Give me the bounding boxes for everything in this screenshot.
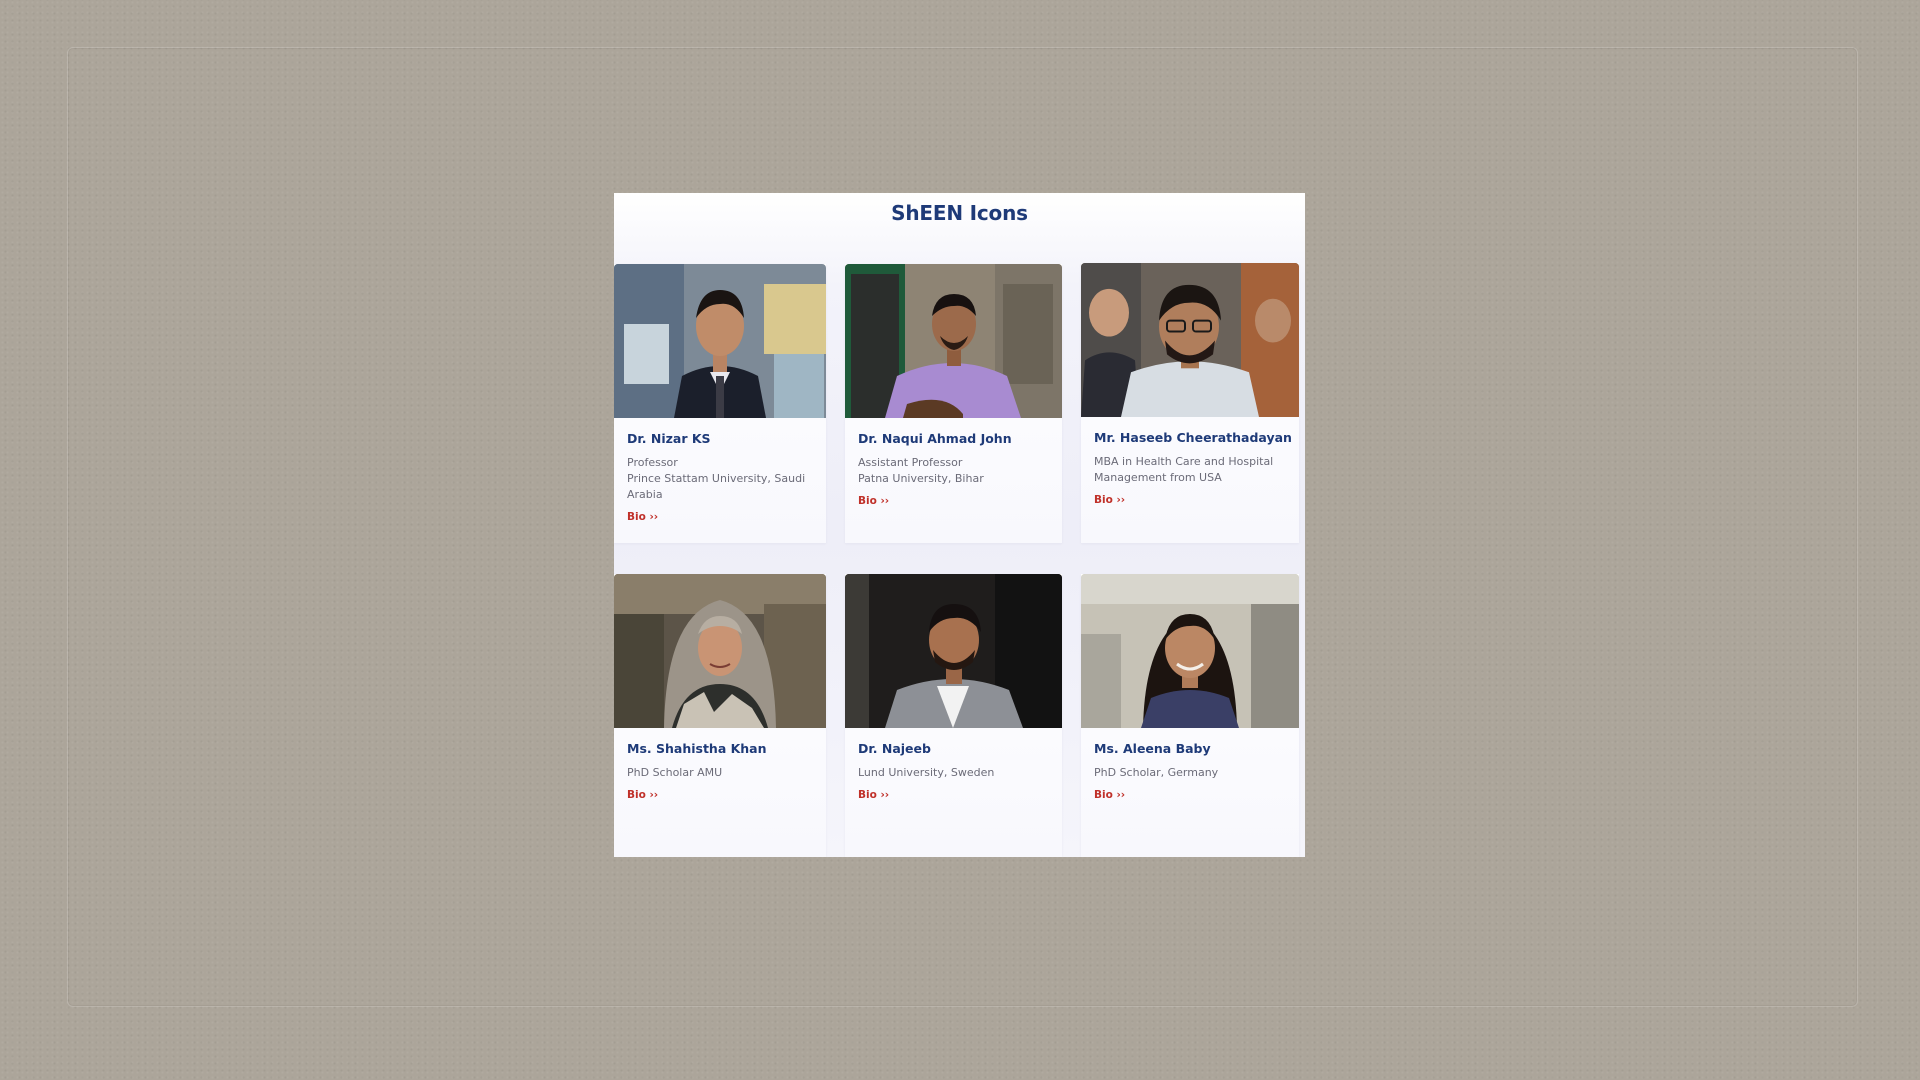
profile-role: Professor bbox=[627, 456, 678, 469]
profile-card: Dr. Najeeb Lund University, Sweden Bio ›… bbox=[845, 574, 1062, 857]
profile-name: Ms. Aleena Baby bbox=[1094, 741, 1211, 756]
profile-role: PhD Scholar AMU bbox=[627, 766, 723, 779]
profile-role: MBA in Health Care and Hospital bbox=[1094, 455, 1274, 468]
profile-description: PhD Scholar, Germany bbox=[1094, 765, 1289, 781]
profile-info: Dr. Naqui Ahmad John Assistant Professor… bbox=[858, 431, 1052, 508]
profile-photo bbox=[845, 574, 1062, 728]
profile-role: Assistant Professor bbox=[858, 456, 963, 469]
profile-info: Ms. Aleena Baby PhD Scholar, Germany Bio… bbox=[1094, 741, 1289, 802]
profile-name: Mr. Haseeb Cheerathadayan bbox=[1094, 430, 1292, 445]
profile-photo bbox=[614, 574, 826, 728]
profile-photo bbox=[1081, 263, 1299, 417]
profile-card: Dr. Nizar KS Professor Prince Stattam Un… bbox=[614, 264, 826, 543]
profile-name: Dr. Najeeb bbox=[858, 741, 931, 756]
bio-link[interactable]: Bio ›› bbox=[858, 495, 889, 507]
profile-name: Dr. Naqui Ahmad John bbox=[858, 431, 1012, 446]
profile-description: Assistant Professor Patna University, Bi… bbox=[858, 455, 1052, 487]
profile-info: Mr. Haseeb Cheerathadayan MBA in Health … bbox=[1094, 430, 1292, 507]
profile-affiliation: Prince Stattam University, Saudi bbox=[627, 472, 806, 485]
profile-description: Lund University, Sweden bbox=[858, 765, 1052, 781]
profile-card: Mr. Haseeb Cheerathadayan MBA in Health … bbox=[1081, 263, 1299, 543]
profile-photo bbox=[845, 264, 1062, 418]
profile-description: Professor Prince Stattam University, Sau… bbox=[627, 455, 816, 503]
profile-info: Dr. Najeeb Lund University, Sweden Bio ›… bbox=[858, 741, 1052, 802]
bio-link[interactable]: Bio ›› bbox=[1094, 494, 1125, 506]
profile-description: MBA in Health Care and Hospital Manageme… bbox=[1094, 454, 1289, 486]
profile-card: Dr. Naqui Ahmad John Assistant Professor… bbox=[845, 264, 1062, 543]
profile-info: Ms. Shahistha Khan PhD Scholar AMU Bio ›… bbox=[627, 741, 816, 802]
profile-card: Ms. Shahistha Khan PhD Scholar AMU Bio ›… bbox=[614, 574, 826, 857]
profile-name: Ms. Shahistha Khan bbox=[627, 741, 767, 756]
profile-affiliation: Patna University, Bihar bbox=[858, 472, 984, 485]
profile-role-cont: Management from USA bbox=[1094, 471, 1222, 484]
profile-photo bbox=[614, 264, 826, 418]
bio-link[interactable]: Bio ›› bbox=[627, 789, 658, 801]
sheen-icons-section: ShEEN Icons Dr. Nizar KS Professor Princ… bbox=[614, 193, 1305, 857]
bio-link[interactable]: Bio ›› bbox=[858, 789, 889, 801]
bio-link[interactable]: Bio ›› bbox=[1094, 789, 1125, 801]
profile-card: Ms. Aleena Baby PhD Scholar, Germany Bio… bbox=[1081, 574, 1299, 857]
profile-info: Dr. Nizar KS Professor Prince Stattam Un… bbox=[627, 431, 816, 524]
profile-description: PhD Scholar AMU bbox=[627, 765, 816, 781]
section-title: ShEEN Icons bbox=[891, 201, 1028, 225]
profile-name: Dr. Nizar KS bbox=[627, 431, 711, 446]
profile-affiliation-cont: Arabia bbox=[627, 488, 663, 501]
profile-photo bbox=[1081, 574, 1299, 728]
profile-affiliation: Lund University, Sweden bbox=[858, 766, 995, 779]
profile-role: PhD Scholar, Germany bbox=[1094, 766, 1219, 779]
bio-link[interactable]: Bio ›› bbox=[627, 511, 658, 523]
